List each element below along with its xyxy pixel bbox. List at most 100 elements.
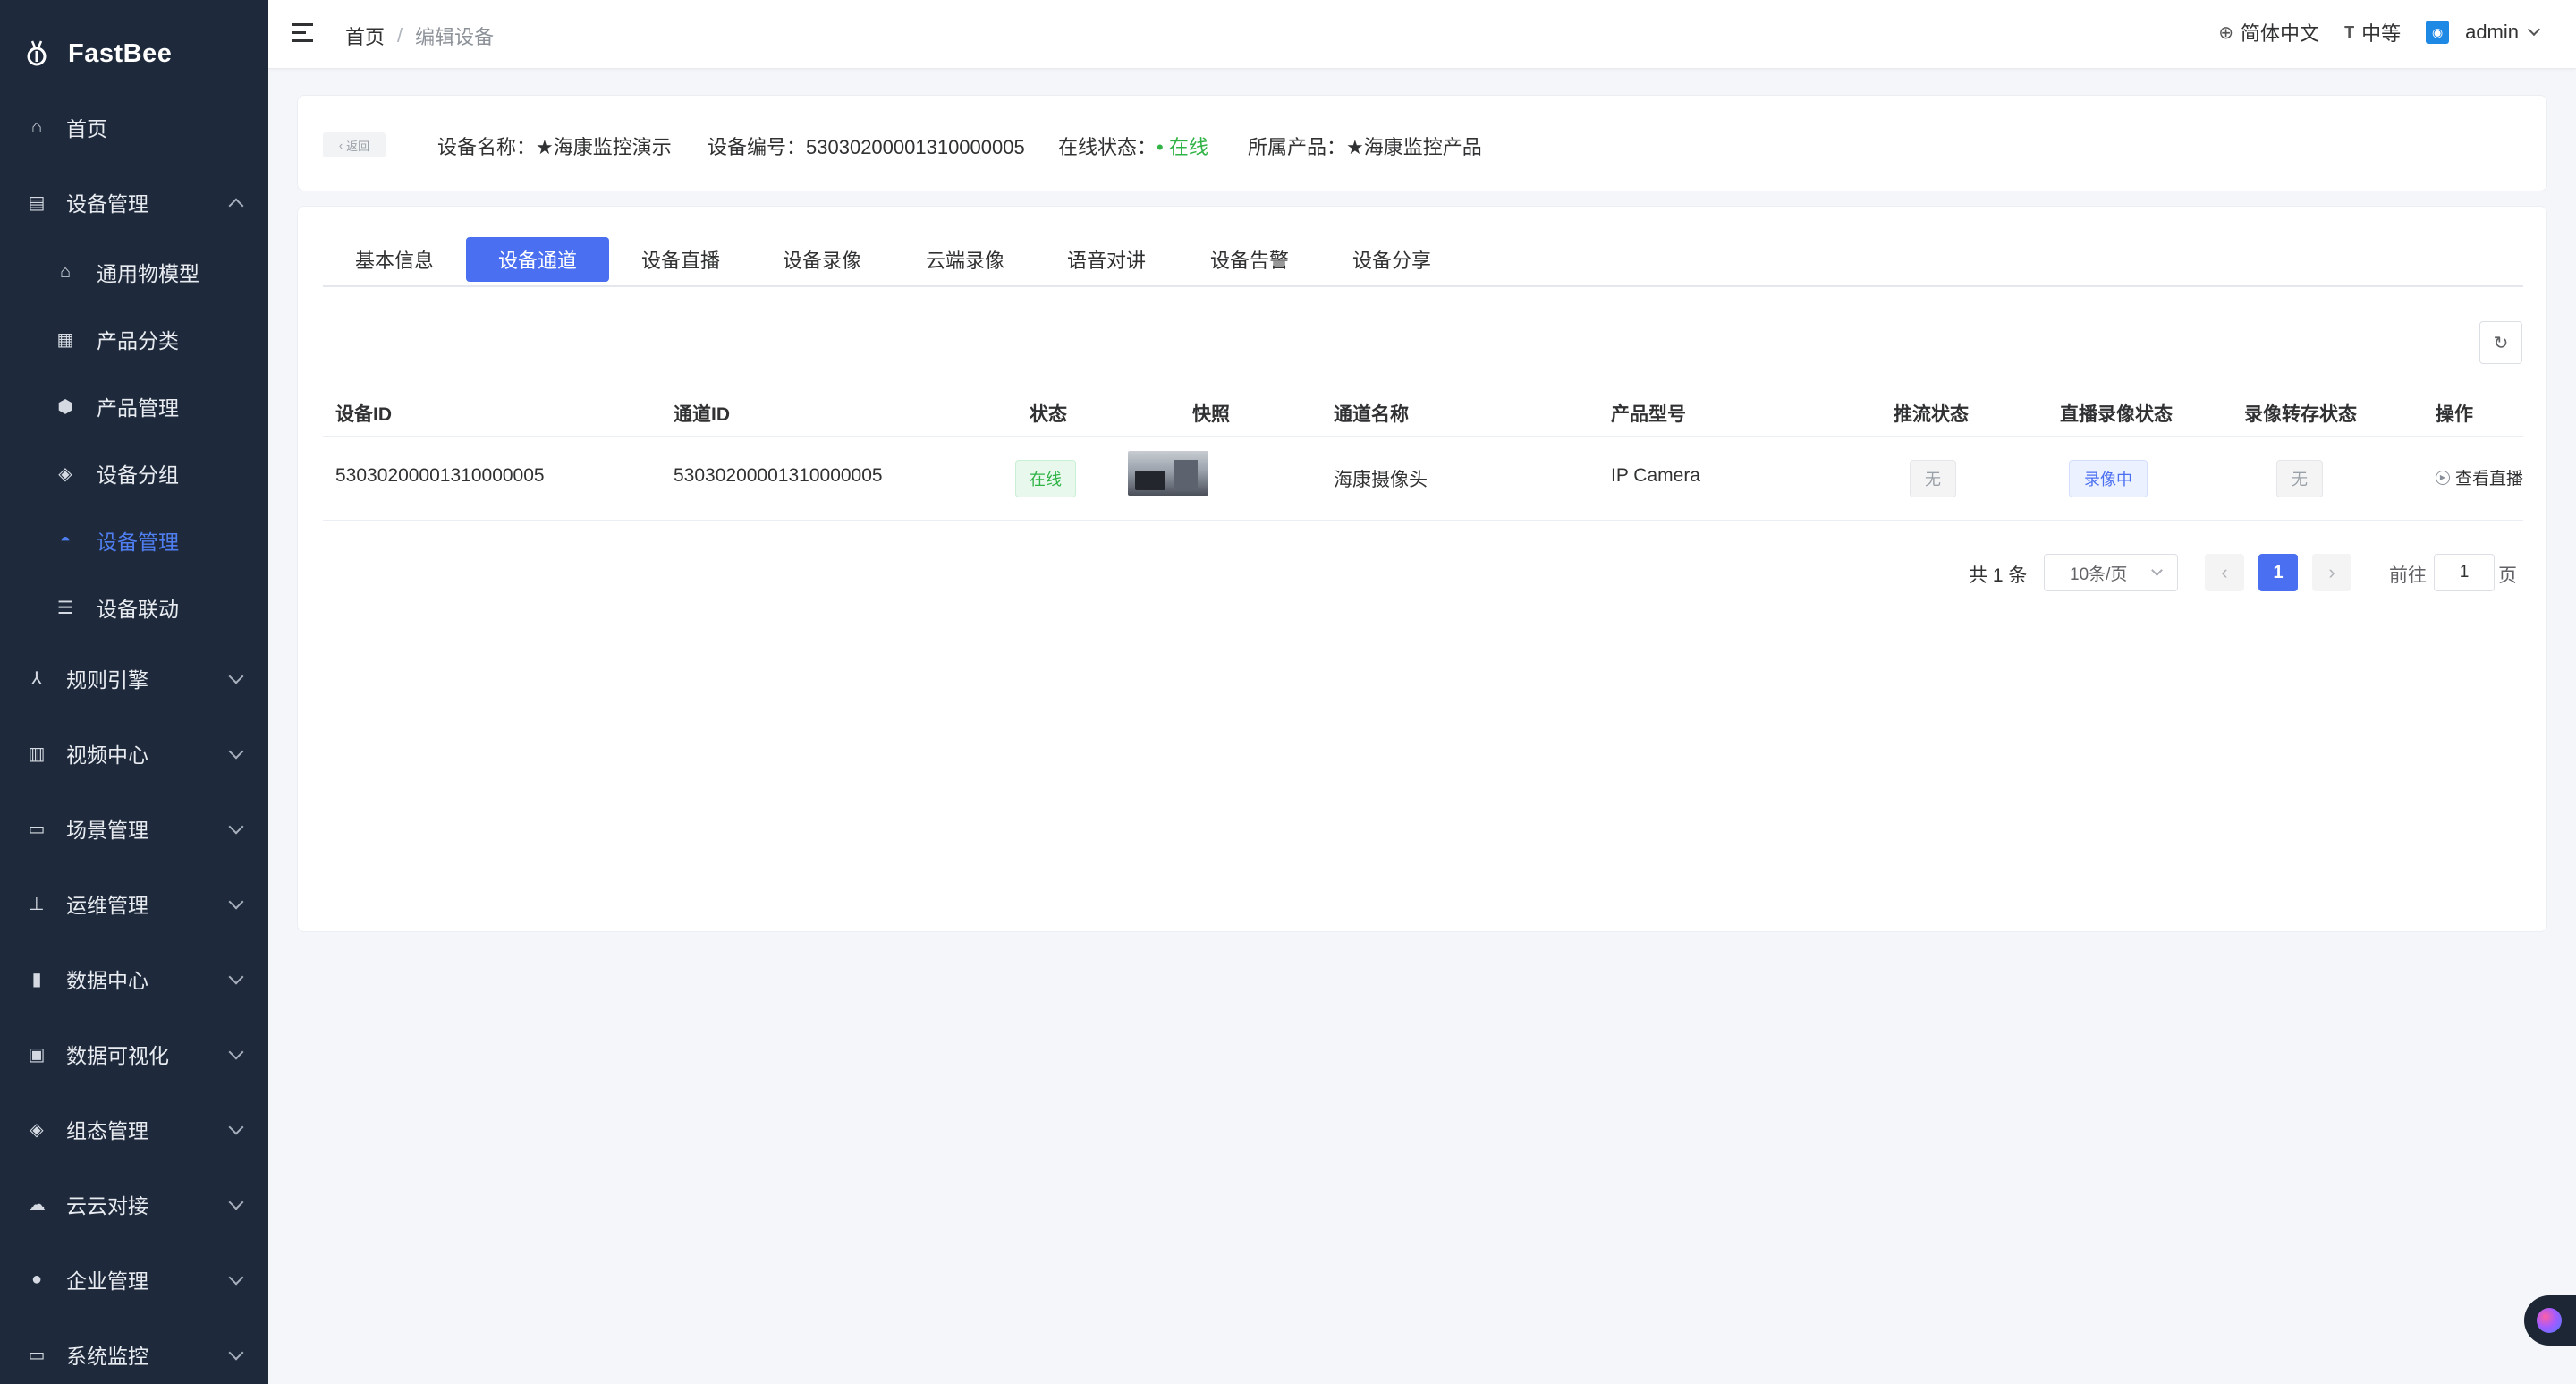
page-size-select[interactable]: 10条/页: [2044, 554, 2178, 591]
sidebar-item[interactable]: ▦ 产品分类: [0, 305, 268, 373]
sidebar-item[interactable]: ● 企业管理: [0, 1245, 268, 1313]
sidebar-item[interactable]: ⌂ 首页: [0, 93, 268, 161]
chevron-down-icon: [2151, 565, 2163, 576]
sidebar-item-label: 组态管理: [66, 1119, 148, 1142]
snapshot-thumbnail[interactable]: [1128, 451, 1208, 496]
tab-basic-info[interactable]: 基本信息: [323, 237, 466, 282]
enterprise-icon: ●: [30, 1269, 43, 1289]
chevron-down-icon: [228, 894, 244, 910]
record-status-badge: 录像中: [2069, 460, 2148, 497]
hamburger-icon[interactable]: [292, 23, 315, 43]
cell-channel-id: 53030200001310000005: [674, 465, 883, 486]
video-icon: ▥: [28, 743, 46, 764]
sidebar-item[interactable]: ⊥ 运维管理: [0, 870, 268, 938]
language-switch[interactable]: ⊕ 简体中文: [2218, 18, 2319, 47]
device-code-label: 设备编号：: [708, 136, 807, 158]
chevron-down-icon: [228, 1044, 244, 1060]
visual-icon: ▣: [28, 1044, 46, 1065]
sidebar-item[interactable]: ⌂ 通用物模型: [0, 238, 268, 306]
font-size-switch[interactable]: T 中等: [2344, 18, 2401, 47]
sidebar-item[interactable]: ⅄ 规则引擎: [0, 644, 268, 712]
page-number-button[interactable]: 1: [2258, 554, 2298, 591]
tab-device-record[interactable]: 设备录像: [750, 237, 894, 282]
device-name-field: 设备名称：★海康监控演示: [437, 132, 672, 160]
tab-cloud-record[interactable]: 云端录像: [894, 237, 1037, 282]
device-name-value: ★海康监控演示: [536, 136, 672, 158]
sidebar-item-label: 数据可视化: [66, 1044, 169, 1067]
sidebar-item[interactable]: ▥ 视频中心: [0, 719, 268, 787]
scene-icon: ▭: [28, 819, 46, 839]
column-header: 设备ID: [335, 404, 392, 425]
sidebar-item-label: 系统监控: [66, 1345, 148, 1368]
page-suffix-label: 页: [2498, 565, 2517, 586]
sidebar-item[interactable]: ▤ 设备管理: [0, 168, 268, 236]
sidebar-item[interactable]: ◈ 组态管理: [0, 1095, 268, 1163]
assistant-button[interactable]: [2524, 1295, 2576, 1346]
sidebar-item[interactable]: ◈ 设备分组: [0, 439, 268, 507]
chevron-down-icon: [228, 668, 244, 684]
sidebar-item-label: 视频中心: [66, 743, 148, 767]
column-header: 状态: [1030, 404, 1067, 425]
refresh-icon: ↻: [2493, 333, 2509, 353]
group-icon: ◈: [58, 463, 72, 484]
home-icon: ⌂: [30, 116, 43, 137]
linkage-icon: ☰: [57, 598, 73, 618]
breadcrumb: 首页 / 编辑设备: [345, 21, 494, 50]
tab-device-share[interactable]: 设备分享: [1320, 237, 1463, 282]
breadcrumb-home[interactable]: 首页: [345, 21, 385, 50]
ops-icon: ⊥: [29, 894, 45, 914]
sidebar-item[interactable]: ▭ 系统监控: [0, 1320, 268, 1384]
back-label: 返回: [346, 139, 370, 153]
device-status-field: 在线状态：• 在线: [1058, 132, 1208, 160]
device-icon: ◓: [59, 530, 72, 550]
category-icon: ▦: [56, 329, 74, 350]
goto-page-input[interactable]: 1: [2434, 554, 2495, 591]
tab-device-channel[interactable]: 设备通道: [466, 237, 609, 282]
view-live-link[interactable]: ▶ 查看直播: [2436, 465, 2523, 489]
sidebar-item-label: 企业管理: [66, 1269, 148, 1293]
sidebar-item-label: 场景管理: [66, 819, 148, 842]
config-icon: ◈: [30, 1119, 44, 1140]
sidebar-item-label: 设备管理: [66, 192, 148, 216]
play-icon: ▶: [2436, 470, 2450, 485]
sidebar-item[interactable]: ⬢ 产品管理: [0, 372, 268, 440]
status-badge: 在线: [1015, 460, 1076, 497]
user-menu[interactable]: ◉ admin: [2426, 21, 2541, 44]
cloud-icon: ☁: [28, 1194, 46, 1215]
tab-device-live[interactable]: 设备直播: [609, 237, 752, 282]
refresh-button[interactable]: ↻: [2479, 321, 2522, 364]
breadcrumb-separator: /: [397, 24, 403, 47]
sidebar-item[interactable]: ◓ 设备管理: [0, 506, 268, 574]
table-header: 设备ID 通道ID 状态 快照 通道名称 产品型号 推流状态 直播录像状态 录像…: [323, 387, 2523, 437]
sidebar-item[interactable]: ☁ 云云对接: [0, 1170, 268, 1238]
font-size-label: 中等: [2361, 22, 2402, 45]
fastbee-logo-icon: [23, 38, 50, 69]
cell-channel-name: 海康摄像头: [1334, 470, 1428, 490]
sidebar-item-label: 运维管理: [66, 894, 148, 917]
monitor-icon: ▭: [28, 1345, 46, 1365]
column-header: 通道名称: [1334, 404, 1409, 425]
tab-voice-talk[interactable]: 语音对讲: [1035, 237, 1178, 282]
sidebar-item[interactable]: ▣ 数据可视化: [0, 1020, 268, 1088]
rule-icon: ⅄: [30, 668, 43, 689]
chevron-down-icon: [2527, 22, 2541, 37]
sidebar-item[interactable]: ☰ 设备联动: [0, 573, 268, 641]
chevron-down-icon: [228, 969, 244, 985]
sidebar-item[interactable]: ▭ 场景管理: [0, 794, 268, 862]
sidebar-item-label: 规则引擎: [66, 668, 148, 692]
device-code-value: 53030200001310000005: [806, 136, 1025, 158]
channel-card: 基本信息 设备通道 设备直播 设备录像 云端录像 语音对讲 设备告警 设备分享 …: [297, 206, 2547, 932]
sidebar-item[interactable]: ▮ 数据中心: [0, 945, 268, 1013]
next-page-button[interactable]: ›: [2312, 554, 2351, 591]
chevron-right-icon: ›: [2328, 561, 2335, 583]
column-header: 录像转存状态: [2244, 404, 2357, 425]
logo[interactable]: FastBee: [0, 0, 268, 107]
column-header: 快照: [1192, 404, 1230, 425]
chevron-down-icon: [228, 743, 244, 760]
back-button[interactable]: ‹ 返回: [323, 132, 386, 157]
sidebar-item-label: 设备管理: [97, 531, 179, 554]
prev-page-button[interactable]: ‹: [2205, 554, 2244, 591]
sidebar-item-label: 设备分组: [97, 463, 179, 487]
tab-device-alarm[interactable]: 设备告警: [1178, 237, 1321, 282]
sidebar-item-label: 首页: [66, 117, 107, 140]
